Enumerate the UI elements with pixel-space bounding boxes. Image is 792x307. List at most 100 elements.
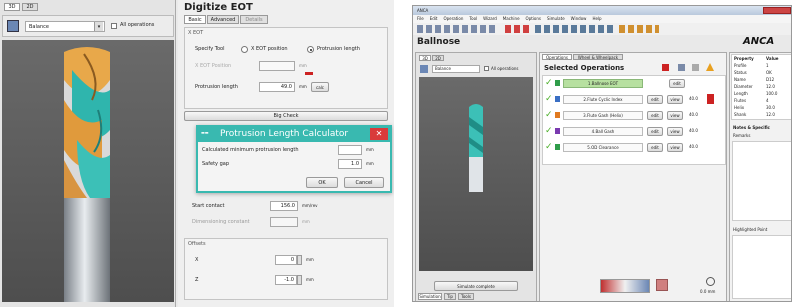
tab-2d[interactable]: 2D: [22, 3, 38, 11]
check-icon: ✓: [545, 78, 553, 88]
toolbar-icons-a[interactable]: [417, 25, 497, 33]
menu-options[interactable]: Options: [526, 15, 541, 23]
protrusion-length-label: Protrusion length: [195, 84, 238, 90]
calc-min-input: [338, 145, 362, 155]
radio-protrusion-length[interactable]: [307, 46, 314, 53]
tab-advanced[interactable]: Advanced: [207, 15, 239, 24]
toolbar-icons-c[interactable]: [535, 25, 615, 33]
menu-tool[interactable]: Tool: [469, 15, 477, 23]
operation-row[interactable]: ✓ 1.Ballnose EOT edit: [543, 78, 719, 89]
view-select[interactable]: Balance: [432, 65, 480, 73]
view-select[interactable]: Balance ▾: [25, 21, 105, 32]
all-ops-checkbox[interactable]: [484, 66, 489, 71]
prop-value: 100.0: [766, 91, 778, 96]
op-edit-button[interactable]: edit: [647, 143, 663, 152]
bottom-tab-tip[interactable]: Tip: [444, 293, 456, 300]
menu-simulate[interactable]: Simulate: [547, 15, 565, 23]
offset-x-unit: mm: [306, 257, 314, 262]
menu-help[interactable]: Help: [592, 15, 601, 23]
offset-x-input[interactable]: 0: [275, 255, 297, 265]
properties-panel: Property Value Profile 1 Status OK Name D12…: [729, 52, 791, 301]
wheel-preview: [600, 279, 650, 293]
op-edit-button[interactable]: edit: [669, 79, 685, 88]
window-controls[interactable]: [763, 7, 791, 14]
tab-operations[interactable]: Operations: [542, 54, 572, 60]
protrusion-length-input[interactable]: 49.0: [259, 82, 295, 92]
cancel-button[interactable]: Cancel: [344, 177, 384, 188]
prop-value: 12.0: [766, 84, 775, 89]
eot-position-label: X EOT Position: [195, 63, 232, 69]
op-value: 40.0: [689, 112, 698, 117]
check-icon: ✓: [545, 110, 553, 120]
offset-x-spinner[interactable]: [297, 255, 302, 265]
menu-wizard[interactable]: Wizard: [483, 15, 497, 23]
view-icon[interactable]: [7, 20, 19, 32]
ops-toolbar-icon-c[interactable]: [692, 64, 699, 71]
prop-key: Length: [734, 91, 748, 96]
tab-2d[interactable]: 2D: [432, 55, 444, 61]
offset-z-input[interactable]: -1.0: [275, 275, 297, 285]
start-contact-input[interactable]: 156.0: [270, 201, 298, 211]
op-color-icon: [555, 128, 560, 134]
simulate-button[interactable]: Simulate complete: [434, 281, 518, 291]
prop-key: Diameter: [734, 84, 753, 89]
menu-edit[interactable]: Edit: [430, 15, 438, 23]
op-edit-button[interactable]: edit: [647, 111, 663, 120]
op-view-button[interactable]: view: [667, 127, 683, 136]
operations-panel: Operations Wheel & Wheelpack Selected Op…: [539, 52, 727, 301]
close-icon[interactable]: ✕: [370, 128, 388, 140]
dimensioning-input[interactable]: [270, 217, 298, 227]
ok-button[interactable]: OK: [306, 177, 338, 188]
warning-icon[interactable]: [706, 63, 714, 71]
bottom-tab-tools[interactable]: Tools: [458, 293, 474, 300]
menu-machine[interactable]: Machine: [503, 15, 520, 23]
tab-wheel[interactable]: Wheel & Wheelpack: [573, 54, 623, 60]
safety-gap-label: Safety gap: [202, 161, 229, 167]
prop-value: 12.0: [766, 112, 775, 117]
prop-key: Flutes: [734, 98, 747, 103]
operation-row[interactable]: ✓ 4.Ball Gash edit view 40.0: [543, 126, 719, 137]
toolbar-icons-d[interactable]: [619, 25, 659, 33]
check-icon: ✓: [545, 142, 553, 152]
prop-key: Shank: [734, 112, 747, 117]
prop-key: Profile: [734, 63, 747, 68]
wheel-icon[interactable]: [656, 279, 668, 291]
operation-row[interactable]: ✓ 3.Flute Gash (Helix) edit view 40.0: [543, 110, 719, 121]
op-view-button[interactable]: view: [667, 95, 683, 104]
highlighted-point-title: Highlighted Point: [733, 227, 768, 232]
operation-row[interactable]: ✓ 5.OD Clearance edit view 40.0: [543, 142, 719, 153]
protrusion-calc-button[interactable]: calc: [311, 82, 329, 92]
menu-file[interactable]: File: [417, 15, 424, 23]
menu-operation[interactable]: Operation: [443, 15, 463, 23]
safety-gap-input[interactable]: 1.0: [338, 159, 362, 169]
dimensioning-label: Dimensioning constant: [192, 219, 250, 225]
op-color-icon: [555, 80, 560, 86]
toolbar-icons-b[interactable]: [505, 25, 529, 33]
op-view-button[interactable]: view: [667, 143, 683, 152]
big-check-button[interactable]: Big Check: [184, 111, 388, 121]
view-icon[interactable]: [420, 65, 428, 73]
operation-row[interactable]: ✓ 2.Flute Cyclic Index edit view 40.0: [543, 94, 719, 105]
prop-value: 1: [766, 63, 769, 68]
ops-toolbar-icon-b[interactable]: [678, 64, 685, 71]
all-operations-checkbox[interactable]: [111, 23, 117, 29]
ops-toolbar-icon-a[interactable]: [662, 64, 669, 71]
dialog-titlebar: ▬▬ Protrusion Length Calculator ✕: [198, 127, 390, 142]
red-flag-icon: [707, 94, 714, 104]
radio-x-eot-position[interactable]: [241, 46, 248, 53]
brand-logo: ANCA: [743, 36, 775, 47]
menu-window[interactable]: Window: [571, 15, 587, 23]
tab-3d[interactable]: 3D: [4, 3, 20, 11]
tab-details[interactable]: Details: [240, 15, 268, 24]
tab-3d[interactable]: 3D: [419, 55, 431, 61]
op-edit-button[interactable]: edit: [647, 95, 663, 104]
offset-z-spinner[interactable]: [297, 275, 302, 285]
eot-position-input[interactable]: [259, 61, 295, 71]
bottom-tab-simulation[interactable]: Simulation: [418, 293, 442, 300]
notes-title: Notes & Specific: [733, 125, 770, 130]
remarks-box[interactable]: [732, 141, 791, 221]
op-edit-button[interactable]: edit: [647, 127, 663, 136]
op-view-button[interactable]: view: [667, 111, 683, 120]
tab-basic[interactable]: Basic: [184, 15, 206, 24]
left-screenshot: 3D 2D Balance ▾ All operations Digitize …: [0, 0, 394, 307]
